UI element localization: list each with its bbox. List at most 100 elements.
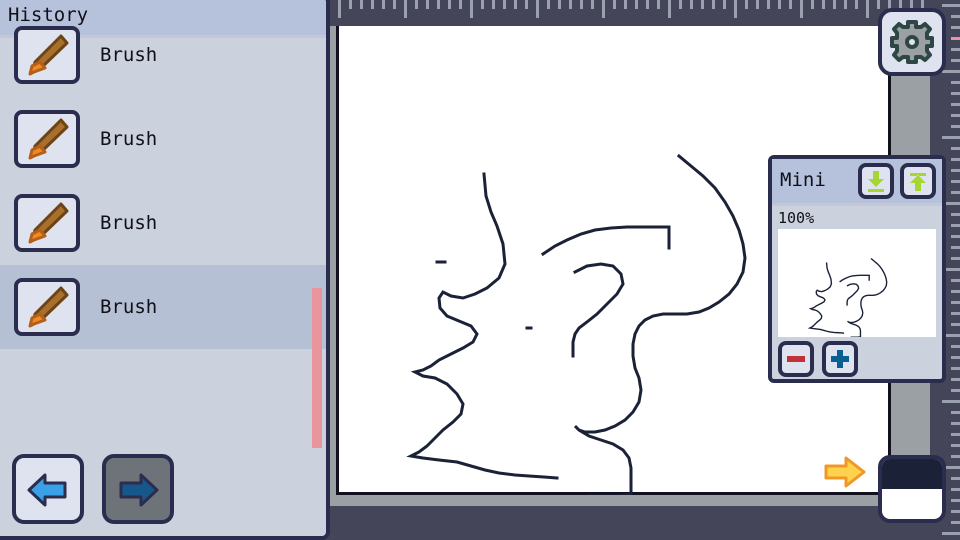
- ruler-minor-tick: [951, 422, 960, 425]
- redo-button[interactable]: [102, 454, 174, 524]
- ruler-minor-tick: [951, 191, 960, 194]
- arrow-right-icon: [824, 456, 866, 488]
- ruler-minor-tick: [877, 0, 880, 9]
- ruler-minor-tick: [492, 0, 495, 9]
- ruler-minor-tick: [951, 92, 960, 95]
- mini-panel-title: Mini: [780, 168, 826, 191]
- mini-thumbnail-sketch: [807, 257, 888, 338]
- ruler-minor-tick: [382, 0, 385, 9]
- ruler-minor-tick: [580, 0, 583, 9]
- undo-button[interactable]: [12, 454, 84, 524]
- next-arrow-button[interactable]: [824, 455, 866, 493]
- ruler-minor-tick: [951, 26, 960, 29]
- mini-canvas-thumbnail[interactable]: [778, 229, 936, 338]
- ruler-minor-tick: [951, 444, 960, 447]
- history-item[interactable]: Brush: [0, 97, 326, 181]
- ruler-minor-tick: [822, 0, 825, 9]
- history-item-thumbnail: [14, 110, 80, 168]
- ruler-minor-tick: [833, 0, 836, 9]
- ruler-marker-tick: [951, 37, 960, 40]
- app-window: History Brush Brush Brush Brush Mini 100…: [0, 0, 960, 540]
- history-scrollbar-thumb[interactable]: [312, 288, 322, 448]
- ruler-minor-tick: [789, 0, 792, 9]
- ruler-minor-tick: [591, 0, 594, 9]
- brush-icon: [28, 202, 69, 244]
- ruler-minor-tick: [951, 158, 960, 161]
- ruler-minor-tick: [855, 0, 858, 9]
- ruler-minor-tick: [951, 59, 960, 62]
- color-swatch-foreground: [882, 459, 942, 489]
- ruler-minor-tick: [951, 279, 960, 282]
- ruler-major-tick: [942, 70, 960, 73]
- dock-bottom-button[interactable]: [858, 163, 894, 199]
- history-item-label: Brush: [100, 296, 158, 318]
- ruler-minor-tick: [503, 0, 506, 9]
- ruler-minor-tick: [415, 0, 418, 9]
- ruler-major-tick: [536, 0, 539, 18]
- ruler-major-tick: [942, 400, 960, 403]
- ruler-minor-tick: [393, 0, 396, 9]
- ruler-minor-tick: [951, 312, 960, 315]
- ruler-major-tick: [942, 4, 960, 7]
- ruler-minor-tick: [951, 301, 960, 304]
- ruler-minor-tick: [951, 180, 960, 183]
- ruler-minor-tick: [951, 389, 960, 392]
- ruler-minor-tick: [951, 411, 960, 414]
- history-item[interactable]: Brush: [0, 13, 326, 97]
- ruler-minor-tick: [437, 0, 440, 9]
- settings-button[interactable]: [878, 8, 946, 76]
- ruler-minor-tick: [712, 0, 715, 9]
- minus-icon: [787, 356, 805, 362]
- mini-panel: Mini 100%: [768, 155, 946, 383]
- ruler-minor-tick: [951, 169, 960, 172]
- ruler-minor-tick: [679, 0, 682, 9]
- zoom-in-button[interactable]: [822, 341, 858, 377]
- ruler-minor-tick: [951, 345, 960, 348]
- ruler-major-tick: [942, 532, 960, 535]
- ruler-minor-tick: [459, 0, 462, 9]
- plus-icon: [831, 350, 849, 368]
- ruler-minor-tick: [371, 0, 374, 9]
- ruler-minor-tick: [951, 499, 960, 502]
- ruler-minor-tick: [756, 0, 759, 9]
- ruler-minor-tick: [690, 0, 693, 9]
- ruler-minor-tick: [951, 488, 960, 491]
- mini-panel-titlebar: Mini: [772, 159, 942, 203]
- ruler-minor-tick: [778, 0, 781, 9]
- brush-icon: [28, 34, 69, 76]
- brush-icon: [28, 118, 69, 160]
- gear-icon: [890, 20, 934, 64]
- ruler-minor-tick: [624, 0, 627, 9]
- ruler-minor-tick: [360, 0, 363, 9]
- ruler-minor-tick: [547, 0, 550, 9]
- ruler-major-tick: [404, 0, 407, 18]
- ruler-minor-tick: [951, 521, 960, 524]
- ruler-minor-tick: [349, 0, 352, 9]
- ruler-minor-tick: [951, 510, 960, 513]
- ruler-minor-tick: [646, 0, 649, 9]
- ruler-minor-tick: [558, 0, 561, 9]
- ruler-minor-tick: [951, 81, 960, 84]
- ruler-major-tick: [338, 0, 341, 18]
- mini-zoom-label: 100%: [772, 206, 942, 229]
- ruler-minor-tick: [481, 0, 484, 9]
- ruler-major-tick: [734, 0, 737, 18]
- ruler-minor-tick: [657, 0, 660, 9]
- history-item[interactable]: Brush: [0, 181, 326, 265]
- ruler-minor-tick: [426, 0, 429, 9]
- history-item[interactable]: Brush: [0, 265, 326, 349]
- ruler-minor-tick: [951, 356, 960, 359]
- zoom-out-button[interactable]: [778, 341, 814, 377]
- ruler-minor-tick: [951, 103, 960, 106]
- ruler-minor-tick: [951, 235, 960, 238]
- ruler-minor-tick: [844, 0, 847, 9]
- history-item-label: Brush: [100, 128, 158, 150]
- color-swatch[interactable]: [878, 455, 946, 523]
- dock-top-button[interactable]: [900, 163, 936, 199]
- ruler-minor-tick: [951, 125, 960, 128]
- ruler-minor-tick: [951, 257, 960, 260]
- ruler-minor-tick: [951, 378, 960, 381]
- ruler-major-tick: [866, 0, 869, 18]
- ruler-minor-tick: [951, 213, 960, 216]
- ruler-minor-tick: [811, 0, 814, 9]
